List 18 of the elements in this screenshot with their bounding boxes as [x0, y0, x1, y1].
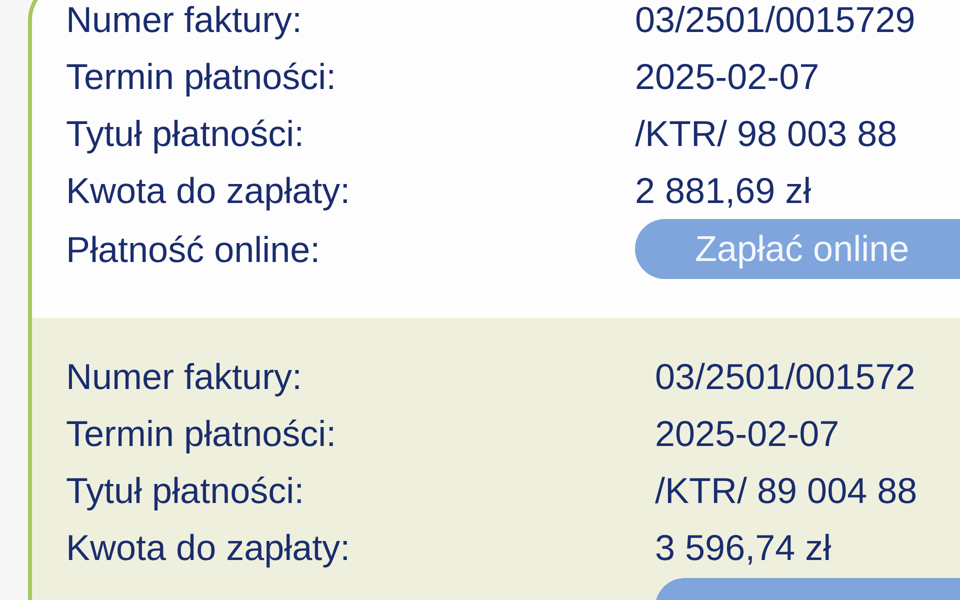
field-label: Tytuł płatności:: [66, 469, 306, 513]
field-value: 2025-02-07: [655, 412, 840, 456]
field-label: Numer faktury:: [66, 0, 304, 42]
field-label: Termin płatności:: [66, 55, 338, 99]
field-label: Tytuł płatności:: [66, 112, 306, 156]
pay-online-button[interactable]: Zapłać online: [635, 219, 960, 279]
field-label: Numer faktury:: [66, 355, 304, 399]
field-label: Kwota do zapłaty:: [66, 169, 352, 213]
field-value: 2025-02-07: [635, 55, 820, 99]
field-value: 3 596,74 zł: [655, 526, 832, 570]
field-value: 2 881,69 zł: [635, 169, 812, 213]
field-value: 03/2501/0015729: [635, 0, 916, 42]
field-label: Termin płatności:: [66, 412, 338, 456]
field-label: Płatność online:: [66, 228, 322, 272]
field-value: /KTR/ 89 004 88: [655, 469, 918, 513]
field-value: 03/2501/001572: [655, 355, 916, 399]
field-value: /KTR/ 98 003 88: [635, 112, 898, 156]
field-label: Kwota do zapłaty:: [66, 526, 352, 570]
